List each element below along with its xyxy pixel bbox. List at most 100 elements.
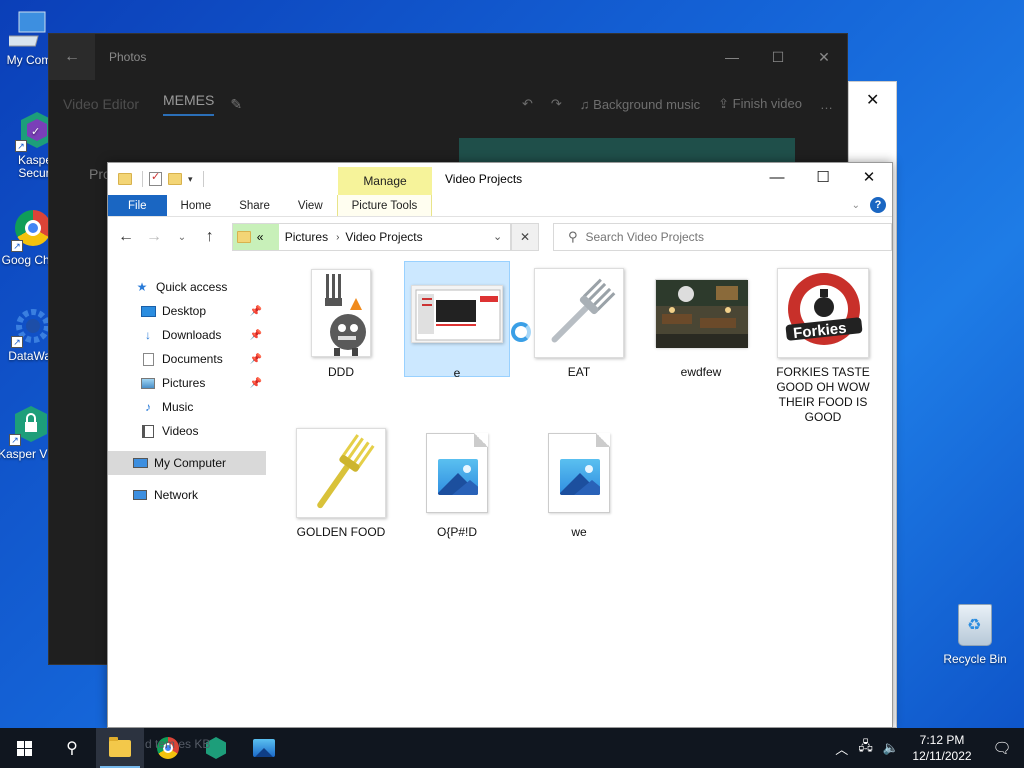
photos-app-title: Photos [109, 50, 147, 64]
golden-fork-image-thumbnail [291, 425, 391, 521]
network-icon[interactable]: 🖧 [853, 737, 878, 759]
background-music-button[interactable]: ♫ Background music [580, 97, 700, 112]
windows-logo-icon [16, 740, 32, 756]
redo-icon[interactable]: ↷ [551, 96, 562, 112]
pin-icon: 📌 [249, 377, 262, 389]
photos-minimize-button[interactable]: — [709, 49, 755, 66]
folder-icon[interactable] [118, 173, 132, 185]
folder-icon [236, 231, 251, 243]
back-arrow-icon[interactable]: ← [49, 34, 95, 80]
search-box[interactable]: ⚲ [552, 223, 892, 251]
back-button[interactable]: ← [118, 228, 134, 246]
finish-video-button[interactable]: ⇪ Finish video [718, 96, 802, 112]
tab-home[interactable]: Home [167, 195, 226, 216]
notifications-icon[interactable]: 🗨 [980, 739, 1024, 757]
nav-my-computer[interactable]: My Computer [108, 451, 266, 475]
photos-icon [253, 739, 275, 757]
navigation-bar: ← → ⌄ ↑ « Pictures › Video Projects ⌄ ✕ … [108, 217, 892, 257]
pencil-icon[interactable]: ✎ [230, 96, 242, 113]
nav-label: Videos [162, 424, 199, 438]
recent-locations-dropdown[interactable]: ⌄ [174, 232, 190, 243]
customize-toolbar-dropdown[interactable]: ▾ [188, 174, 193, 185]
breadcrumb-video-projects[interactable]: Video Projects [345, 230, 422, 244]
taskbar-search-button[interactable]: ⚲ [48, 728, 96, 768]
nav-label: Music [162, 400, 194, 414]
search-input[interactable] [585, 230, 866, 244]
computer-icon [4, 10, 49, 50]
breadcrumb-separator-icon[interactable]: › [336, 232, 339, 243]
file-item[interactable]: we [526, 425, 632, 540]
explorer-minimize-button[interactable]: — [754, 163, 800, 193]
undo-icon[interactable]: ↶ [522, 96, 533, 112]
explorer-maximize-button[interactable]: ☐ [800, 163, 846, 193]
gear-icon: ↗ [11, 306, 53, 348]
expand-ribbon-chevron-icon[interactable]: ⌄ [852, 200, 860, 211]
nav-documents[interactable]: Documents 📌 [108, 347, 266, 371]
nav-label: Pictures [162, 376, 206, 390]
network-icon [132, 488, 148, 502]
up-button[interactable]: ↑ [202, 228, 218, 246]
clock-time: 7:12 PM [919, 733, 965, 747]
clock-date: 12/11/2022 [912, 749, 972, 763]
forward-button[interactable]: → [146, 228, 162, 246]
address-dropdown-icon[interactable]: ⌄ [493, 230, 502, 243]
tab-share[interactable]: Share [225, 195, 284, 216]
more-options-button[interactable]: … [820, 97, 833, 112]
pin-icon: 📌 [249, 305, 262, 317]
dialog-close-button[interactable]: ✕ [866, 90, 879, 110]
taskbar-photos[interactable] [240, 728, 288, 768]
file-item[interactable]: DDD [288, 265, 394, 380]
address-bar[interactable]: « Pictures › Video Projects ⌄ [231, 223, 512, 251]
photos-close-button[interactable]: ✕ [801, 49, 847, 66]
background-music-label: Background music [593, 96, 701, 112]
file-item[interactable]: GOLDEN FOOD [288, 425, 394, 540]
start-button[interactable] [0, 728, 48, 768]
show-hidden-icons-chevron-icon[interactable]: ︿ [830, 739, 853, 758]
document-icon [140, 352, 156, 366]
videos-icon [140, 424, 156, 438]
file-item[interactable]: ewdfew [648, 265, 754, 380]
nav-music[interactable]: ♪ Music [108, 395, 266, 419]
nav-downloads[interactable]: ↓ Downloads 📌 [108, 323, 266, 347]
volume-icon[interactable]: 🔈 [878, 740, 904, 756]
nav-videos[interactable]: Videos [108, 419, 266, 443]
address-overflow[interactable]: « [257, 230, 264, 244]
breadcrumb-pictures[interactable]: Pictures [285, 230, 328, 244]
nav-quick-access[interactable]: ★ Quick access [108, 275, 266, 299]
address-highlight: « [232, 224, 279, 250]
fork-image-thumbnail [529, 265, 629, 361]
explorer-close-button[interactable]: ✕ [846, 163, 892, 193]
project-title: MEMES [163, 92, 215, 116]
finish-video-label: Finish video [732, 96, 802, 111]
photos-command-bar: Video Editor MEMES ✎ ↶ ↷ ♫ Background mu… [49, 80, 847, 128]
manage-contextual-tab[interactable]: Manage [338, 167, 432, 195]
clear-address-button[interactable]: ✕ [511, 223, 539, 251]
toolbar-separator [202, 171, 204, 187]
image-file-icon [529, 425, 629, 521]
clock[interactable]: 7:12 PM 12/11/2022 [904, 732, 980, 764]
desktop-icon-recycle-bin[interactable]: Recycle Bin [940, 604, 1010, 666]
file-item[interactable]: Forkies FORKIES TASTE GOOD OH WOW THEIR … [770, 265, 876, 425]
ribbon-tabs: File Home Share View Picture Tools ⌄ ? [108, 195, 892, 217]
file-explorer-window: ▾ Manage Video Projects — ☐ ✕ File Home … [107, 162, 893, 728]
taskbar-file-explorer[interactable] [96, 728, 144, 768]
file-item[interactable]: O{P#!D [404, 425, 510, 540]
tab-file[interactable]: File [108, 195, 167, 216]
navigation-pane: ★ Quick access Desktop 📌 ↓ Downloads 📌 D… [108, 275, 266, 507]
properties-icon[interactable] [149, 170, 162, 186]
tab-picture-tools[interactable]: Picture Tools [336, 195, 433, 216]
breadcrumb-video-editor[interactable]: Video Editor [63, 96, 139, 112]
file-item-selected[interactable]: e [404, 261, 510, 380]
file-item[interactable]: EAT [526, 265, 632, 380]
tab-view[interactable]: View [284, 195, 337, 216]
photos-maximize-button[interactable]: ☐ [755, 49, 801, 66]
nav-network[interactable]: Network [108, 483, 266, 507]
pin-icon: 📌 [249, 353, 262, 365]
new-folder-icon[interactable] [168, 173, 182, 185]
help-icon[interactable]: ? [870, 197, 886, 213]
nav-pictures[interactable]: Pictures 📌 [108, 371, 266, 395]
desktop-icon-label: Recycle Bin [943, 652, 1007, 666]
pictures-icon [140, 376, 156, 390]
robot-image-thumbnail [291, 265, 391, 361]
nav-desktop[interactable]: Desktop 📌 [108, 299, 266, 323]
